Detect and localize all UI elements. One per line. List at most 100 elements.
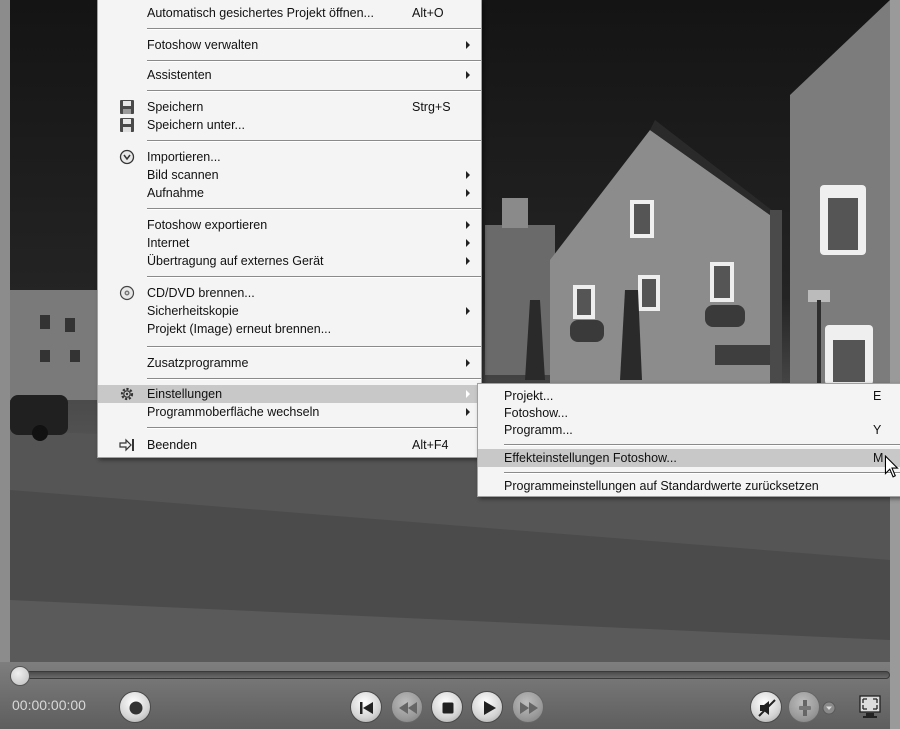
menu-item-label: Assistenten [147, 68, 212, 82]
menu-item-label: Automatisch gesichertes Projekt öffnen..… [147, 6, 374, 20]
submenu-arrow-icon [466, 359, 470, 367]
submenu-arrow-icon [466, 71, 470, 79]
submenu-arrow-icon [466, 171, 470, 179]
menu-item-switch-interface[interactable]: Programmoberfläche wechseln [98, 403, 481, 421]
submenu-item-project[interactable]: Projekt... E [478, 387, 900, 405]
menu-item-manage-slideshow[interactable]: Fotoshow verwalten [98, 36, 481, 54]
menu-item-save-as[interactable]: Speichern unter... [98, 116, 481, 134]
menu-item-label: Projekt... [504, 389, 554, 403]
menu-item-label: Sicherheitskopie [147, 304, 239, 318]
submenu-arrow-icon [466, 390, 470, 398]
menu-separator [147, 90, 481, 92]
gear-icon [119, 386, 135, 402]
menu-item-backup[interactable]: Sicherheitskopie [98, 302, 481, 320]
menu-item-open-autosave[interactable]: Automatisch gesichertes Projekt öffnen..… [98, 4, 481, 22]
menu-separator [147, 427, 481, 429]
stop-icon [442, 702, 454, 714]
menu-item-assistants[interactable]: Assistenten [98, 66, 481, 84]
fast-forward-button[interactable] [512, 691, 544, 723]
menu-item-shortcut: M [873, 451, 884, 465]
menu-item-label: Programmeinstellungen auf Standardwerte … [504, 479, 819, 493]
menu-item-label: Effekteinstellungen Fotoshow... [504, 451, 677, 465]
menu-item-internet[interactable]: Internet [98, 234, 481, 252]
player-controls: 00:00:00:00 [0, 662, 890, 729]
fullscreen-icon [859, 695, 881, 718]
fast-forward-icon [520, 702, 538, 714]
menu-item-save[interactable]: Speichern Strg+S [98, 98, 481, 116]
timeline-position-handle[interactable] [10, 666, 30, 686]
submenu-item-effect-settings[interactable]: Effekteinstellungen Fotoshow... M [478, 449, 900, 467]
menu-item-exit[interactable]: Beenden Alt+F4 [98, 436, 481, 454]
record-icon [129, 701, 143, 715]
submenu-arrow-icon [466, 307, 470, 315]
menu-item-export-slideshow[interactable]: Fotoshow exportieren [98, 216, 481, 234]
rewind-button[interactable] [391, 691, 423, 723]
menu-item-settings[interactable]: Einstellungen [98, 385, 481, 403]
menu-item-shortcut: Y [873, 423, 882, 437]
menu-item-label: Übertragung auf externes Gerät [147, 254, 324, 268]
record-button[interactable] [119, 691, 151, 723]
menu-separator [147, 208, 481, 210]
menu-item-shortcut: Alt+O [412, 6, 444, 20]
window-left-border [0, 0, 10, 662]
play-icon [484, 701, 496, 715]
timeline-track[interactable] [12, 671, 890, 679]
menu-separator [147, 378, 481, 380]
menu-item-scan-image[interactable]: Bild scannen [98, 166, 481, 184]
settings-submenu: Projekt... E Fotoshow... Programm... Y E… [477, 383, 900, 497]
menu-separator [504, 472, 900, 474]
menu-separator [147, 346, 481, 348]
skip-to-start-button[interactable] [350, 691, 382, 723]
menu-separator [504, 444, 900, 446]
menu-item-label: Speichern unter... [147, 118, 245, 132]
menu-separator [147, 60, 481, 62]
submenu-item-slideshow[interactable]: Fotoshow... [478, 404, 900, 422]
menu-item-label: Aufnahme [147, 186, 204, 200]
menu-separator [147, 140, 481, 142]
menu-item-label: CD/DVD brennen... [147, 286, 255, 300]
submenu-arrow-icon [466, 41, 470, 49]
menu-item-burn-cd-dvd[interactable]: CD/DVD brennen... [98, 284, 481, 302]
menu-item-label: Fotoshow... [504, 406, 568, 420]
submenu-item-reset-defaults[interactable]: Programmeinstellungen auf Standardwerte … [478, 477, 900, 495]
menu-item-reburn-image[interactable]: Projekt (Image) erneut brennen... [98, 320, 481, 338]
window-right-border [890, 0, 900, 729]
menu-item-label: Bild scannen [147, 168, 219, 182]
menu-item-recording[interactable]: Aufnahme [98, 184, 481, 202]
menu-item-label: Beenden [147, 438, 198, 452]
mute-button[interactable] [750, 691, 782, 723]
mouse-cursor-icon [884, 455, 899, 478]
menu-item-label: Projekt (Image) erneut brennen... [147, 322, 332, 336]
menu-item-extra-programs[interactable]: Zusatzprogramme [98, 354, 481, 372]
menu-item-import[interactable]: Importieren... [98, 148, 481, 166]
volume-slider-icon [799, 700, 811, 716]
menu-item-label: Speichern [147, 100, 204, 114]
menu-item-label: Einstellungen [147, 387, 223, 401]
fullscreen-button[interactable] [858, 694, 882, 720]
submenu-arrow-icon [466, 408, 470, 416]
stop-button[interactable] [431, 691, 463, 723]
skip-back-icon [360, 702, 373, 714]
menu-item-label: Programmoberfläche wechseln [147, 405, 320, 419]
menu-item-transfer-device[interactable]: Übertragung auf externes Gerät [98, 252, 481, 270]
disc-icon [119, 285, 135, 301]
play-button[interactable] [471, 691, 503, 723]
speaker-muted-icon [758, 699, 776, 717]
rewind-icon [399, 702, 417, 714]
submenu-arrow-icon [466, 239, 470, 247]
submenu-arrow-icon [466, 221, 470, 229]
menu-item-shortcut: Alt+F4 [412, 438, 449, 452]
menu-item-label: Zusatzprogramme [147, 356, 249, 370]
submenu-arrow-icon [466, 257, 470, 265]
volume-dropdown-icon[interactable] [822, 701, 836, 715]
submenu-arrow-icon [466, 189, 470, 197]
menu-item-label: Internet [147, 236, 190, 250]
menu-separator [147, 28, 481, 30]
menu-item-shortcut: E [873, 389, 882, 403]
menu-item-label: Fotoshow exportieren [147, 218, 268, 232]
save-icon [119, 99, 135, 115]
submenu-item-program[interactable]: Programm... Y [478, 421, 900, 439]
exit-icon [119, 437, 135, 453]
import-icon [119, 149, 135, 165]
volume-button[interactable] [788, 691, 820, 723]
